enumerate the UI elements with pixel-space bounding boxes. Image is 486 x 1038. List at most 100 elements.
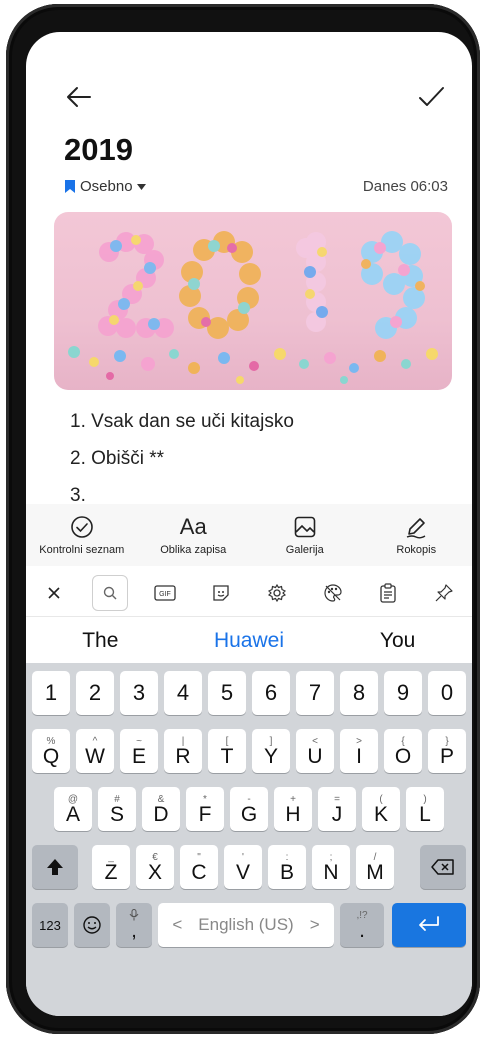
key[interactable]: 5 <box>208 671 246 715</box>
key[interactable]: 6 <box>252 671 290 715</box>
key-label: M <box>366 860 384 884</box>
key[interactable]: 4 <box>164 671 202 715</box>
key-label: R <box>175 744 191 768</box>
key-label: 0 <box>440 680 454 705</box>
key[interactable]: € X <box>136 845 174 889</box>
format-button[interactable]: Aa Oblika zapisa <box>143 514 243 556</box>
numbers-key-label: 123 <box>39 917 61 933</box>
key[interactable]: 0 <box>428 671 466 715</box>
key[interactable]: -G <box>230 787 268 831</box>
space-key-label: English (US) <box>198 915 294 934</box>
key[interactable]: ; N <box>312 845 350 889</box>
checklist-button[interactable]: Kontrolni seznam <box>32 514 132 556</box>
key[interactable]: % Q <box>32 729 70 773</box>
key[interactable]: :B <box>268 845 306 889</box>
key[interactable]: 2 <box>76 671 114 715</box>
gear-icon <box>267 583 286 602</box>
key-row-3: _ Z € X " C ' V: B; N / M <box>26 845 472 889</box>
note-body[interactable]: 1. Vsak dan se uči kitajsko 2. Obišči **… <box>70 407 294 518</box>
keyboard-bottom-area <box>26 963 472 1016</box>
key[interactable]: & D <box>142 787 180 831</box>
key[interactable]: [T <box>208 729 246 773</box>
note-image[interactable] <box>54 212 452 390</box>
smiley-icon <box>83 916 101 934</box>
number-row: 1 2 3 4 5 6 7 8 9 0 <box>26 671 472 715</box>
suggestion-item[interactable]: You <box>338 629 458 653</box>
key[interactable]: {O <box>384 729 422 773</box>
keyboard-toolbar: GIF <box>26 569 472 617</box>
key[interactable]: * F <box>186 787 224 831</box>
note-title[interactable]: 2019 <box>64 132 133 168</box>
key[interactable]: @ A <box>54 787 92 831</box>
key-label: 8 <box>352 680 366 705</box>
key-label: K <box>373 802 388 826</box>
key[interactable]: 9 <box>384 671 422 715</box>
key-label: N <box>323 860 339 884</box>
key[interactable]: + H <box>274 787 312 831</box>
handwriting-button[interactable]: Rokopis <box>366 514 466 556</box>
key[interactable]: | R <box>164 729 202 773</box>
sticker-icon <box>213 584 229 601</box>
key-label: L <box>419 802 431 826</box>
key[interactable]: (K <box>362 787 400 831</box>
key-label: E <box>131 744 146 768</box>
keyboard-settings-button[interactable] <box>259 575 295 611</box>
numbers-key[interactable]: 123 <box>32 903 68 947</box>
chevron-right-icon: > <box>309 915 320 934</box>
emoji-key[interactable] <box>74 903 110 947</box>
sticker-button[interactable] <box>203 575 239 611</box>
period-key[interactable]: ,!? . <box>340 903 384 947</box>
save-button[interactable] <box>416 82 446 112</box>
gif-button[interactable]: GIF <box>147 575 183 611</box>
space-key[interactable]: < English (US) > <box>158 903 334 947</box>
comma-key-label: , <box>131 920 137 942</box>
keyboard-search-button[interactable] <box>91 574 128 611</box>
key[interactable]: } P <box>428 729 466 773</box>
pin-button[interactable] <box>426 575 462 611</box>
key[interactable]: " C <box>180 845 218 889</box>
key-label: A <box>65 802 80 826</box>
category-dropdown[interactable]: Osebno <box>64 178 146 195</box>
key-label: P <box>439 744 454 768</box>
key[interactable]: 3 <box>120 671 158 715</box>
back-button[interactable] <box>64 82 94 112</box>
key[interactable]: _ Z <box>92 845 130 889</box>
key[interactable]: ~ E <box>120 729 158 773</box>
backspace-key[interactable] <box>420 845 466 889</box>
key[interactable]: / M <box>356 845 394 889</box>
key[interactable]: > I <box>340 729 378 773</box>
key-label: 5 <box>220 680 234 705</box>
key-label: S <box>109 802 124 826</box>
suggestion-item[interactable]: The <box>40 629 160 653</box>
image-icon <box>294 516 316 538</box>
shift-key[interactable] <box>32 845 78 889</box>
key-label: F <box>198 802 212 826</box>
gallery-button[interactable]: Galerija <box>255 514 355 556</box>
close-keyboard-button[interactable] <box>36 575 72 611</box>
enter-key[interactable] <box>392 903 466 947</box>
gallery-label: Galerija <box>285 544 324 556</box>
key-label: G <box>240 802 258 826</box>
key[interactable]: < U <box>296 729 334 773</box>
key[interactable]: ^ W <box>76 729 114 773</box>
key[interactable]: ] Y <box>252 729 290 773</box>
top-bar <box>26 32 472 132</box>
key[interactable]: # S <box>98 787 136 831</box>
key-label: D <box>153 802 169 826</box>
shift-icon <box>47 859 63 875</box>
note-meta: Osebno Danes 06:03 <box>64 178 448 200</box>
comma-key[interactable]: , <box>116 903 152 947</box>
enter-icon <box>419 916 439 931</box>
clipboard-button[interactable] <box>370 575 406 611</box>
key[interactable]: = J <box>318 787 356 831</box>
key-label: U <box>307 744 323 768</box>
suggestion-item[interactable]: Huawei <box>189 629 309 653</box>
key[interactable]: ) L <box>406 787 444 831</box>
theme-button[interactable] <box>315 575 351 611</box>
key[interactable]: 1 <box>32 671 70 715</box>
key[interactable]: ' V <box>224 845 262 889</box>
key-label: J <box>331 802 343 826</box>
key[interactable]: 8 <box>340 671 378 715</box>
key[interactable]: 7 <box>296 671 334 715</box>
svg-text:GIF: GIF <box>160 591 172 598</box>
